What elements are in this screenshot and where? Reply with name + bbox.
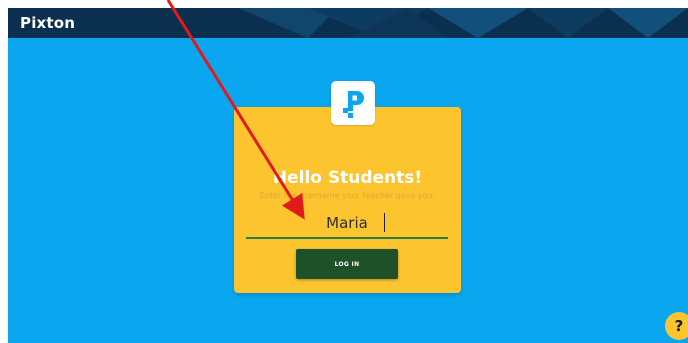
header-decoration	[238, 8, 688, 38]
text-caret	[384, 213, 385, 232]
username-underline	[246, 237, 448, 239]
header-bar: Pixton	[8, 8, 688, 38]
login-card: Hello Students! Enter the username your …	[234, 107, 461, 293]
username-input[interactable]	[246, 210, 448, 236]
card-title: Hello Students!	[272, 168, 423, 188]
pixton-p-logo-icon	[343, 91, 364, 118]
logo-badge	[331, 81, 375, 125]
card-subtitle: Enter the username your teacher gave you…	[259, 191, 436, 200]
log-in-button[interactable]: LOG IN	[296, 249, 398, 279]
pixton-logo[interactable]: Pixton	[20, 14, 75, 32]
help-button[interactable]: ?	[665, 312, 688, 340]
username-field-wrapper	[246, 210, 448, 239]
app-window: Pixton Hello Students! Enter the usernam…	[8, 8, 688, 343]
